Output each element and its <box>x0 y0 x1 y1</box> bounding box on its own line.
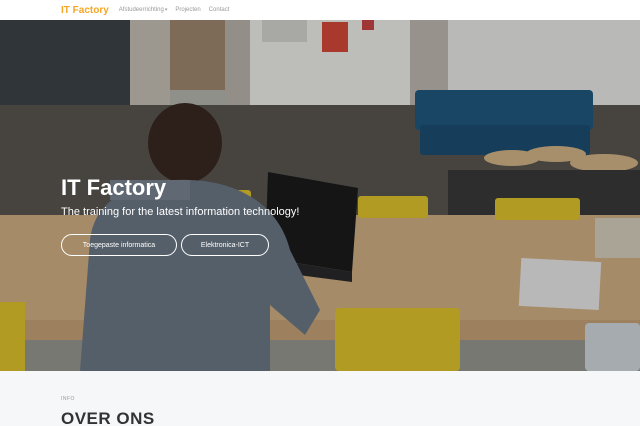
nav-item-projecten[interactable]: Projecten <box>175 7 200 13</box>
hero-banner: IT Factory The training for the latest i… <box>0 20 640 371</box>
hero-title: IT Factory <box>61 175 167 200</box>
nav-item-contact[interactable]: Contact <box>209 7 230 13</box>
nav-item-label: Contact <box>208 7 230 13</box>
intro-section: INFO OVER ONS <box>0 371 640 426</box>
hero-subtitle: The training for the latest information … <box>61 206 300 218</box>
chevron-down-icon: ▾ <box>164 7 168 13</box>
nav-item-label: Projecten <box>175 7 201 13</box>
top-navbar: IT Factory Afstudeerrichting ▾ Projecten… <box>0 0 640 20</box>
nav-item-afstudeerrichting[interactable]: Afstudeerrichting ▾ <box>119 7 168 13</box>
elektronica-ict-button[interactable]: Elektronica-ICT <box>181 234 269 256</box>
section-title: OVER ONS <box>61 409 155 426</box>
section-kicker: INFO <box>61 396 75 402</box>
hero-button-group: Toegepaste informatica Elektronica-ICT <box>61 234 269 256</box>
toegepaste-informatica-button[interactable]: Toegepaste informatica <box>61 234 177 256</box>
nav-item-label: Afstudeerrichting <box>118 7 164 13</box>
brand-logo[interactable]: IT Factory <box>61 5 109 16</box>
